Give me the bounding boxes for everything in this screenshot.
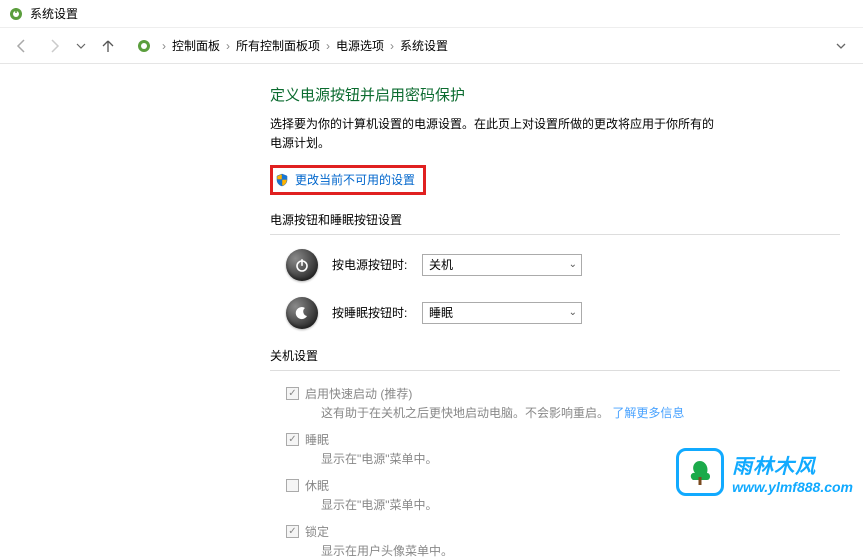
checkbox[interactable] [286, 387, 299, 400]
section-power-buttons: 电源按钮和睡眠按钮设置 按电源按钮时: 关机 ⌄ 按睡眠按钮时: 睡眠 ⌄ [270, 211, 720, 329]
recent-dropdown[interactable] [74, 34, 88, 58]
chevron-right-icon: › [226, 39, 230, 53]
checkbox-description: 显示在"电源"菜单中。 [286, 450, 720, 467]
back-button[interactable] [10, 34, 34, 58]
breadcrumb-item[interactable]: 所有控制面板项 [236, 37, 320, 54]
shield-icon [275, 173, 289, 187]
watermark: 雨林木风 www.ylmf888.com [676, 448, 853, 496]
checkbox[interactable] [286, 479, 299, 492]
checkbox[interactable] [286, 525, 299, 538]
watermark-url: www.ylmf888.com [732, 479, 853, 495]
power-button-row: 按电源按钮时: 关机 ⌄ [270, 249, 720, 281]
checkbox-label: 锁定 [305, 523, 329, 540]
section-title: 电源按钮和睡眠按钮设置 [270, 211, 720, 230]
checkbox[interactable] [286, 433, 299, 446]
divider [270, 234, 840, 235]
power-button-dropdown[interactable]: 关机 ⌄ [422, 254, 582, 276]
chevron-down-icon: ⌄ [569, 259, 577, 270]
checkbox-sleep: 睡眠 显示在"电源"菜单中。 [270, 431, 720, 467]
watermark-logo-icon [676, 448, 724, 496]
power-options-icon [8, 6, 24, 22]
chevron-right-icon: › [326, 39, 330, 53]
change-unavailable-settings-link[interactable]: 更改当前不可用的设置 [275, 171, 415, 188]
chevron-right-icon: › [390, 39, 394, 53]
forward-button[interactable] [42, 34, 66, 58]
highlight-box: 更改当前不可用的设置 [270, 165, 426, 195]
breadcrumb-item[interactable]: 控制面板 [172, 37, 220, 54]
checkbox-lock: 锁定 显示在用户头像菜单中。 [270, 523, 720, 559]
row-label: 按睡眠按钮时: [332, 304, 422, 321]
checkbox-label: 休眠 [305, 477, 329, 494]
change-link-label: 更改当前不可用的设置 [295, 171, 415, 188]
watermark-name: 雨林木风 [732, 450, 853, 479]
up-button[interactable] [96, 34, 120, 58]
checkbox-description: 这有助于在关机之后更快地启动电脑。不会影响重启。 了解更多信息 [286, 404, 720, 421]
sleep-icon [286, 297, 318, 329]
page-title: 定义电源按钮并启用密码保护 [270, 84, 720, 105]
page-description: 选择要为你的计算机设置的电源设置。在此页上对设置所做的更改将应用于你所有的电源计… [270, 115, 720, 153]
section-title: 关机设置 [270, 347, 720, 366]
learn-more-link[interactable]: 了解更多信息 [612, 406, 684, 420]
content-pane: 定义电源按钮并启用密码保护 选择要为你的计算机设置的电源设置。在此页上对设置所做… [0, 64, 720, 559]
checkbox-description: 显示在"电源"菜单中。 [286, 496, 720, 513]
breadcrumb-item[interactable]: 系统设置 [400, 37, 448, 54]
divider [270, 370, 840, 371]
breadcrumb: › 控制面板 › 所有控制面板项 › 电源选项 › 系统设置 [128, 37, 821, 54]
sleep-button-row: 按睡眠按钮时: 睡眠 ⌄ [270, 297, 720, 329]
dropdown-value: 睡眠 [429, 304, 453, 321]
history-dropdown[interactable] [829, 34, 853, 58]
section-shutdown-settings: 关机设置 启用快速启动 (推荐) 这有助于在关机之后更快地启动电脑。不会影响重启… [270, 347, 720, 559]
window-title: 系统设置 [30, 5, 78, 22]
power-options-icon [136, 38, 152, 54]
sleep-button-dropdown[interactable]: 睡眠 ⌄ [422, 302, 582, 324]
chevron-right-icon: › [162, 39, 166, 53]
checkbox-label: 启用快速启动 (推荐) [305, 385, 412, 402]
titlebar: 系统设置 [0, 0, 863, 28]
checkbox-description: 显示在用户头像菜单中。 [286, 542, 720, 559]
power-icon [286, 249, 318, 281]
dropdown-value: 关机 [429, 256, 453, 273]
checkbox-hibernate: 休眠 显示在"电源"菜单中。 [270, 477, 720, 513]
breadcrumb-item[interactable]: 电源选项 [336, 37, 384, 54]
checkbox-fast-startup: 启用快速启动 (推荐) 这有助于在关机之后更快地启动电脑。不会影响重启。 了解更… [270, 385, 720, 421]
row-label: 按电源按钮时: [332, 256, 422, 273]
navbar: › 控制面板 › 所有控制面板项 › 电源选项 › 系统设置 [0, 28, 863, 64]
chevron-down-icon: ⌄ [569, 307, 577, 318]
checkbox-label: 睡眠 [305, 431, 329, 448]
